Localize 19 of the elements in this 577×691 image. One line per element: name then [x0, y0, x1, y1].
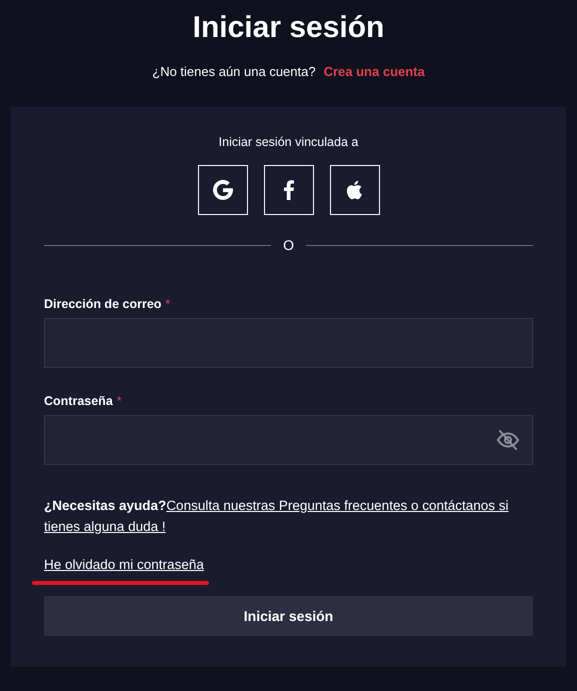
- input-field[interactable]: [44, 318, 533, 368]
- signup-prompt: ¿No tienes aún una cuenta?: [152, 64, 316, 79]
- field-label: Dirección de correo: [44, 297, 162, 311]
- forgot-password-link[interactable]: He olvidado mi contraseña: [44, 557, 204, 572]
- google-g-icon: [210, 178, 234, 202]
- login-button[interactable]: Iniciar sesión: [44, 596, 533, 636]
- page-title: Iniciar sesión: [192, 10, 384, 46]
- required-asterisk: *: [165, 297, 170, 311]
- eye-off-icon[interactable]: [496, 428, 520, 452]
- or-separator: O: [283, 237, 294, 253]
- required-asterisk: *: [116, 394, 122, 408]
- google-button[interactable]: [198, 165, 248, 215]
- social-label: Iniciar sesión vinculada a: [218, 135, 358, 149]
- help-text: ¿Necesitas ayuda?Consulta nuestras Preguntas frecuentes o contáctanos si tienes alguna duda !: [44, 497, 510, 536]
- field-label: Contraseña: [44, 394, 113, 408]
- signup-link[interactable]: Crea una cuenta: [324, 64, 425, 79]
- input-field[interactable]: [44, 415, 533, 465]
- apple-button[interactable]: [330, 165, 380, 215]
- facebook-button[interactable]: [264, 165, 314, 215]
